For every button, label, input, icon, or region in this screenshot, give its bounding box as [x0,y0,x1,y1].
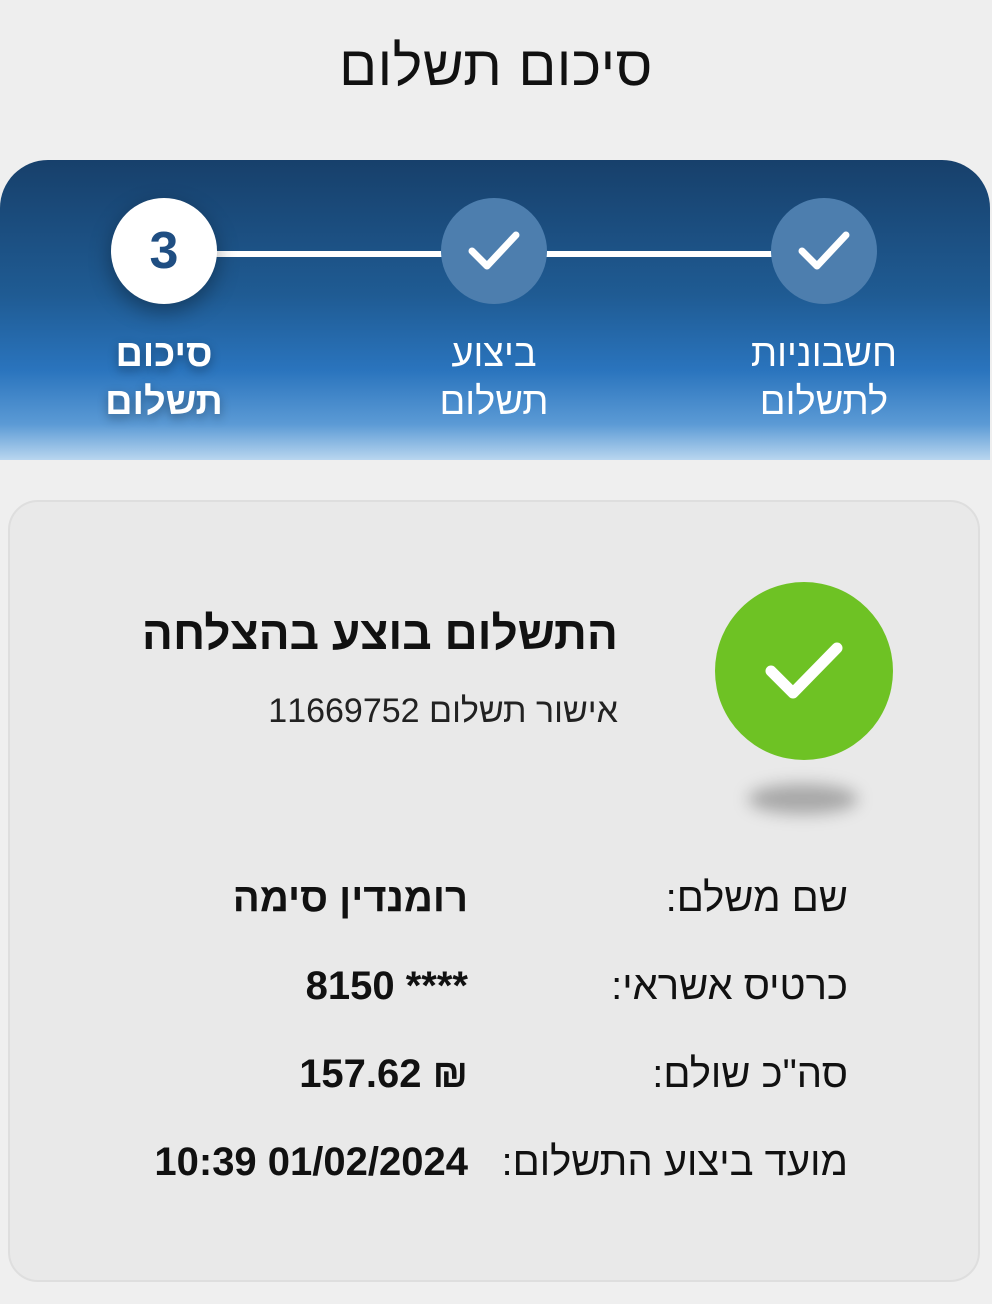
payer-name-value: רומנדין סימה [232,876,468,920]
page-title: סיכום תשלום [339,33,653,97]
step-payment-check-icon [441,198,547,304]
success-icon-shadow [748,784,858,814]
payment-summary-card: התשלום בוצע בהצלחה אישור תשלום 11669752 … [8,500,980,1282]
step-summary-label-line1: סיכום [115,333,213,375]
step-invoices-label: חשבוניות לתשלום [714,330,934,426]
approval-label: אישור תשלום [429,692,618,730]
total-paid-value: 157.62 ₪ [299,1052,468,1096]
step-summary-label-line2: תשלום [105,381,223,423]
step-payment-label: ביצוע תשלום [384,330,604,426]
step-payment-label-line2: תשלום [439,381,549,423]
credit-card-label: כרטיס אשראי: [611,964,848,1008]
success-title: התשלום בוצע בהצלחה [141,607,618,659]
progress-stepper: חשבוניות לתשלום ביצוע תשלום 3 סיכום תשלו… [0,160,990,460]
step-payment-label-line1: ביצוע [451,333,537,375]
page-header: סיכום תשלום [0,0,992,130]
step-invoices-label-line2: לתשלום [759,381,889,423]
payment-time-label: מועד ביצוע התשלום: [501,1140,848,1184]
payment-time-value: 10:39 01/02/2024 [154,1140,468,1184]
step-invoices-label-line1: חשבוניות [750,333,898,375]
step-summary-label: סיכום תשלום [54,330,274,426]
payer-name-label: שם משלם: [665,876,848,920]
approval-number: 11669752 [268,692,420,730]
success-check-icon [715,582,893,760]
total-paid-label: סה"כ שולם: [652,1052,848,1096]
credit-card-value: 8150 **** [305,964,468,1008]
approval-line: אישור תשלום 11669752 [268,692,618,731]
step-invoices-check-icon [771,198,877,304]
step-summary-number: 3 [111,198,217,304]
